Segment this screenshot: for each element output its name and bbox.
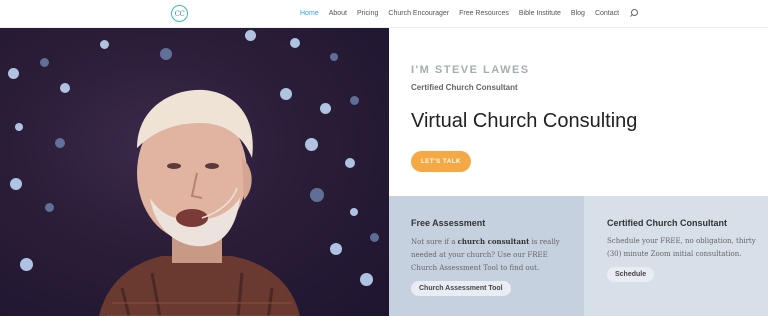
bokeh-light <box>55 138 65 148</box>
site-logo[interactable]: CC <box>171 5 188 22</box>
bokeh-light <box>245 30 256 41</box>
card-title: Certified Church Consultant <box>607 218 728 228</box>
certified-consultant-card: Certified Church Consultant Schedule you… <box>584 196 768 316</box>
bokeh-light <box>15 123 23 131</box>
bokeh-light <box>345 158 355 168</box>
nav-contact[interactable]: Contact <box>595 10 619 17</box>
logo-text: CC <box>174 9 185 18</box>
main-nav: Home About Pricing Church Encourager Fre… <box>300 9 639 18</box>
bokeh-light <box>20 258 33 271</box>
nav-home[interactable]: Home <box>300 10 319 17</box>
hero-subtitle: Certified Church Consultant <box>411 83 518 92</box>
lets-talk-button[interactable]: LET'S TALK <box>411 151 471 172</box>
nav-church-encourager[interactable]: Church Encourager <box>388 10 449 17</box>
search-icon[interactable] <box>630 9 639 18</box>
hero-photo <box>0 28 389 316</box>
card-text: Not sure if a church consultant is reall… <box>411 235 571 275</box>
card-text-start: Not sure if a <box>411 238 458 246</box>
bokeh-light <box>310 188 324 202</box>
bokeh-light <box>350 96 359 105</box>
bokeh-light <box>40 58 49 67</box>
bokeh-light <box>330 243 342 255</box>
nav-bible-institute[interactable]: Bible Institute <box>519 10 561 17</box>
nav-free-resources[interactable]: Free Resources <box>459 10 509 17</box>
nav-about[interactable]: About <box>329 10 347 17</box>
hero-title: Virtual Church Consulting <box>411 110 638 132</box>
site-header: CC Home About Pricing Church Encourager … <box>0 0 768 28</box>
card-text-link[interactable]: church consultant <box>458 237 530 246</box>
bokeh-light <box>60 83 70 93</box>
hero-kicker: I'M STEVE LAWES <box>411 64 530 76</box>
nav-pricing[interactable]: Pricing <box>357 10 378 17</box>
bokeh-light <box>350 208 358 216</box>
bokeh-light <box>320 103 331 114</box>
card-text: Schedule your FREE, no obligation, thirt… <box>607 237 756 258</box>
bokeh-light <box>370 233 379 242</box>
bokeh-light <box>330 53 338 61</box>
bokeh-light <box>45 203 54 212</box>
bokeh-light <box>305 138 318 151</box>
card-title: Free Assessment <box>411 218 486 228</box>
hero-section: I'M STEVE LAWES Certified Church Consult… <box>389 28 768 196</box>
free-assessment-card: Free Assessment Not sure if a church con… <box>389 196 584 316</box>
speaker-portrait <box>99 89 300 316</box>
bokeh-light <box>160 48 172 60</box>
nav-blog[interactable]: Blog <box>571 10 585 17</box>
bokeh-light <box>360 273 373 286</box>
bokeh-light <box>290 38 300 48</box>
church-assessment-tool-button[interactable]: Church Assessment Tool <box>411 281 511 296</box>
bokeh-light <box>8 68 19 79</box>
bokeh-light <box>100 40 109 49</box>
bokeh-light <box>10 178 22 190</box>
schedule-button[interactable]: Schedule <box>607 267 655 282</box>
